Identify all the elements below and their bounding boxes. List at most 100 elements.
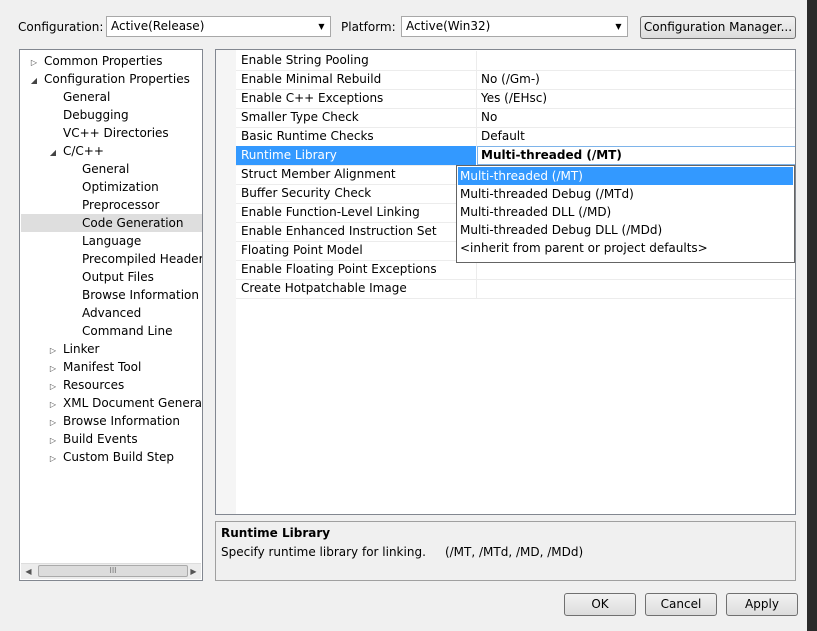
dropdown-option[interactable]: Multi-threaded Debug (/MTd): [458, 185, 793, 203]
tree-item-label: Preprocessor: [82, 198, 160, 212]
tree-item[interactable]: Debugging: [47, 106, 129, 124]
column-divider: [476, 279, 477, 298]
runtime-library-select[interactable]: Multi-threaded (/MT)▼: [477, 146, 795, 165]
dropdown-option[interactable]: Multi-threaded (/MT): [458, 167, 793, 185]
grid-gutter: [216, 50, 236, 514]
tree-item[interactable]: Precompiled Headers: [66, 250, 203, 268]
tree-item-label: Debugging: [63, 108, 129, 122]
scroll-right-icon[interactable]: ▶: [186, 564, 201, 579]
tree-item[interactable]: VC++ Directories: [47, 124, 169, 142]
tree-item[interactable]: Optimization: [66, 178, 159, 196]
tree-item[interactable]: ◢ C/C++: [47, 142, 104, 160]
tree-item[interactable]: ▷ Manifest Tool: [47, 358, 141, 376]
cancel-button[interactable]: Cancel: [645, 593, 717, 616]
tree-item-label: Linker: [63, 342, 100, 356]
property-value: No: [481, 110, 498, 124]
tree-item[interactable]: ▷ Build Events: [47, 430, 138, 448]
property-name: Create Hotpatchable Image: [241, 281, 407, 295]
tree-item[interactable]: Command Line: [66, 322, 173, 340]
property-name: Floating Point Model: [241, 243, 363, 257]
tree-item-label: Output Files: [82, 270, 154, 284]
tree-item[interactable]: General: [47, 88, 110, 106]
expand-arrow-icon[interactable]: ▷: [47, 450, 59, 468]
column-divider: [476, 89, 477, 108]
collapse-arrow-icon[interactable]: ◢: [28, 72, 40, 90]
property-row[interactable]: Runtime Library Multi-threaded (/MT)▼: [236, 146, 795, 166]
tree-item-label: General: [82, 162, 130, 176]
tree-item-label: General: [63, 90, 111, 104]
platform-select[interactable]: Active(Win32) ▼: [401, 16, 628, 37]
property-row[interactable]: Enable Minimal Rebuild No (/Gm-): [236, 70, 795, 90]
property-value: Multi-threaded (/MT): [481, 148, 622, 162]
property-value: No (/Gm-): [481, 72, 540, 86]
property-name: Enable Function-Level Linking: [241, 205, 420, 219]
scroll-left-icon[interactable]: ◀: [21, 564, 36, 579]
property-name: Enable Floating Point Exceptions: [241, 262, 437, 276]
tree-item-label: Command Line: [82, 324, 173, 338]
tree-item-label: Custom Build Step: [63, 450, 175, 464]
description-title: Runtime Library: [221, 526, 331, 540]
collapse-arrow-icon[interactable]: ◢: [47, 144, 59, 162]
property-grid[interactable]: Enable String Pooling Enable Minimal Rebu…: [215, 49, 796, 515]
property-name: Enable C++ Exceptions: [241, 91, 384, 105]
tree-item-label: Precompiled Headers: [82, 252, 203, 266]
background-window-edge: [807, 0, 817, 631]
column-divider: [476, 108, 477, 127]
tree-item-label: Common Properties: [44, 54, 163, 68]
configuration-select[interactable]: Active(Release) ▼: [106, 16, 331, 37]
tree-item[interactable]: Advanced: [66, 304, 141, 322]
tree-item[interactable]: Preprocessor: [66, 196, 159, 214]
tree-item[interactable]: ▷ Linker: [47, 340, 100, 358]
property-row[interactable]: Enable C++ Exceptions Yes (/EHsc): [236, 89, 795, 109]
column-divider: [476, 70, 477, 89]
property-tree[interactable]: ◀ III ▶ ▷ Common Properties ◢ Configuration…: [19, 49, 203, 581]
property-row[interactable]: Smaller Type Check No: [236, 108, 795, 128]
platform-value: Active(Win32): [406, 19, 491, 33]
property-name: Smaller Type Check: [241, 110, 359, 124]
property-value: Yes (/EHsc): [481, 91, 548, 105]
runtime-library-dropdown-list[interactable]: Multi-threaded (/MT) Multi-threaded Debug…: [456, 165, 795, 263]
configuration-value: Active(Release): [111, 19, 205, 33]
tree-item[interactable]: ◢ Configuration Properties: [28, 70, 190, 88]
tree-item[interactable]: General: [66, 160, 129, 178]
property-name: Enable Minimal Rebuild: [241, 72, 382, 86]
tree-item[interactable]: ▷XML Document Generator: [47, 394, 203, 412]
configuration-manager-button[interactable]: Configuration Manager...: [640, 16, 796, 39]
property-row[interactable]: Basic Runtime Checks Default: [236, 127, 795, 147]
tree-item-label: Resources: [63, 378, 125, 392]
property-value: Default: [481, 129, 525, 143]
dropdown-option[interactable]: Multi-threaded DLL (/MD): [458, 203, 793, 221]
tree-item-label: Configuration Properties: [44, 72, 190, 86]
tree-item[interactable]: ▷ Browse Information: [47, 412, 180, 430]
tree-item[interactable]: ▷ Common Properties: [28, 52, 163, 70]
tree-item-label: XML Document Generator: [63, 396, 203, 410]
property-row[interactable]: Enable String Pooling: [236, 51, 795, 71]
property-name: Basic Runtime Checks: [241, 129, 374, 143]
ok-button[interactable]: OK: [564, 593, 636, 616]
property-row[interactable]: Create Hotpatchable Image: [236, 279, 795, 299]
chevron-down-icon: ▼: [615, 22, 622, 31]
tree-item-label: Manifest Tool: [63, 360, 142, 374]
tree-item[interactable]: Language: [66, 232, 141, 250]
tree-item-label: Language: [82, 234, 142, 248]
tree-item-label: Advanced: [82, 306, 142, 320]
tree-item-label: Browse Information: [63, 414, 180, 428]
tree-item-label: C/C++: [63, 144, 104, 158]
dropdown-option[interactable]: <inherit from parent or project defaults…: [458, 239, 793, 257]
scroll-thumb[interactable]: III: [38, 565, 188, 577]
tree-item[interactable]: ▷ Resources: [47, 376, 124, 394]
property-name: Runtime Library: [241, 148, 337, 162]
tree-item[interactable]: Browse Information: [66, 286, 199, 304]
dropdown-option[interactable]: Multi-threaded Debug DLL (/MDd): [458, 221, 793, 239]
property-name: Buffer Security Check: [241, 186, 372, 200]
tree-item[interactable]: Output Files: [66, 268, 154, 286]
tree-horizontal-scrollbar[interactable]: ◀ III ▶: [21, 563, 201, 579]
apply-button[interactable]: Apply: [726, 593, 798, 616]
tree-item[interactable]: ▷ Custom Build Step: [47, 448, 174, 466]
tree-item[interactable]: Code Generation: [21, 214, 202, 232]
property-row[interactable]: Enable Floating Point Exceptions: [236, 260, 795, 280]
property-pages-dialog: Configuration: Active(Release) ▼ Platfor…: [0, 0, 807, 631]
tree-item-label: Browse Information: [82, 288, 199, 302]
property-name: Enable Enhanced Instruction Set: [241, 224, 437, 238]
chevron-down-icon: ▼: [318, 22, 325, 31]
